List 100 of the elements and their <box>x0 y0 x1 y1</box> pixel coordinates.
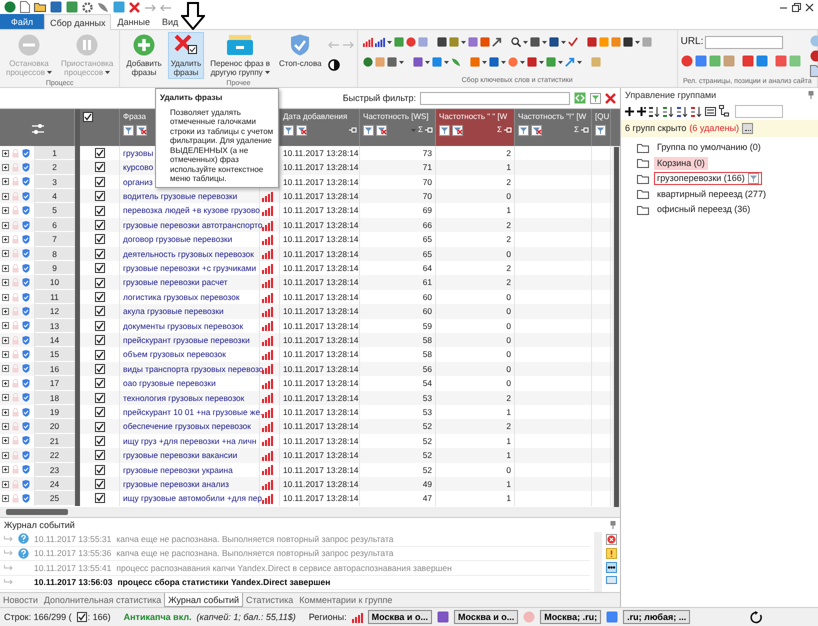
panel-tab[interactable]: Журнал событий <box>164 593 244 607</box>
group-item[interactable]: Группа по умолчанию (0) <box>654 141 764 154</box>
ribbon-tab[interactable]: Вид <box>156 14 184 29</box>
column-title: Частотность " " [W <box>439 112 508 122</box>
table-cell: 49 <box>360 476 436 492</box>
table-row[interactable]: 12 акула грузовые перевозки 10.11.2017 13:28:14 60 0 <box>0 304 612 319</box>
ribbon-button[interactable]: Перенос фраз в другую группу <box>207 32 273 79</box>
row-number: 17 <box>35 376 75 391</box>
table-cell: 10.11.2017 13:28:14 <box>280 189 360 204</box>
row-number: 22 <box>35 448 75 462</box>
panel-tab[interactable]: Статистика <box>243 593 296 607</box>
url-label: URL: <box>680 36 704 48</box>
table-cell: 53 <box>360 390 436 405</box>
table-cell: 0 <box>436 189 515 204</box>
row-number: 10 <box>35 275 75 290</box>
table-cell: 10.11.2017 13:28:14 <box>280 476 360 492</box>
row-number: 15 <box>35 347 75 362</box>
deleted-groups-note: (6 удалены) <box>689 123 740 134</box>
table-cell: 10.11.2017 13:28:14 <box>280 332 360 348</box>
log-time: 10.11.2017 13:55:36 <box>34 548 112 558</box>
table-row[interactable]: 24 грузовые перевозки анализ 10.11.2017 13:28:14 49 1 <box>0 476 612 492</box>
ribbon-button[interactable]: Стоп-слова <box>276 32 325 70</box>
region-button[interactable]: Москва и о... <box>454 610 518 624</box>
table-cell: 10.11.2017 13:28:14 <box>280 218 360 232</box>
row-number: 20 <box>35 419 75 434</box>
row-number: 18 <box>35 390 75 405</box>
table-cell: 66 <box>360 218 436 232</box>
table-row[interactable]: 4 водитель грузовые перевозки 10.11.2017 13:28:14 70 0 <box>0 189 612 204</box>
table-cell: технология грузовых перевозок <box>120 390 260 405</box>
table-row[interactable]: 8 деятельность грузовых перевозок 10.11.2017 13:28:14 65 0 <box>0 246 612 262</box>
ribbon-button[interactable]: Добавить фразы <box>123 32 165 79</box>
row-number: 14 <box>35 332 75 348</box>
column-header[interactable]: [QUI <box>592 109 611 146</box>
row-number: 11 <box>35 290 75 304</box>
column-title: [QUI <box>595 112 610 122</box>
table-cell: 1 <box>436 160 515 175</box>
ribbon-tab[interactable]: Файл <box>0 14 44 29</box>
region-button[interactable]: Москва; .ru; <box>540 610 602 624</box>
group-item[interactable]: квартирный переезд (277) <box>654 188 769 201</box>
row-number: 8 <box>35 246 75 262</box>
table-cell: 0 <box>436 362 515 376</box>
row-number: 7 <box>35 232 75 247</box>
row-number: 2 <box>35 160 75 175</box>
ribbon-tab[interactable]: Данные <box>111 14 156 29</box>
column-title: Частотность [WS] <box>363 112 429 122</box>
column-title: Частотность "!" [W <box>518 112 586 122</box>
table-row[interactable]: 22 грузовые перевозки вакансии 10.11.2017 13:28:14 52 1 <box>0 448 612 462</box>
row-number: 13 <box>35 318 75 333</box>
table-cell: грузовые перевозки автотранспорто <box>120 218 260 232</box>
group-item[interactable]: грузоперевозки (166) <box>654 172 762 186</box>
table-cell: грузовые перевозки вакансии <box>120 448 260 462</box>
ribbon-tab[interactable]: Сбор данных <box>44 14 112 30</box>
panel-tab[interactable]: Дополнительная статистика <box>40 593 164 607</box>
table-row[interactable]: 10 грузовые перевозки расчет 10.11.2017 13:28:14 61 2 <box>0 275 612 290</box>
row-number: 25 <box>35 491 75 506</box>
group-item[interactable]: офисный переезд (36) <box>654 203 754 216</box>
table-row[interactable]: 20 обеспечение грузовых перевозок 10.11.2017 13:28:14 52 2 <box>0 419 612 434</box>
table-cell: 0 <box>436 304 515 319</box>
table-cell: акула грузовые перевозки <box>120 304 260 319</box>
column-header[interactable]: Частотность "!" [W Σ <box>515 109 592 146</box>
table-row[interactable]: 16 виды транспорта грузовых перевозо 10.11.2017 13:28:14 56 0 <box>0 362 612 376</box>
table-cell: 70 <box>360 189 436 204</box>
checked-count: : 166) <box>88 612 111 622</box>
row-number: 12 <box>35 304 75 319</box>
log-message: капча еще не распознана. Выполняется повторный запрос результата <box>116 534 394 544</box>
group-item[interactable]: Корзина (0) <box>654 156 708 170</box>
table-row[interactable]: 14 прейскурант грузовые перевозки 10.11.2017 13:28:14 58 0 <box>0 332 612 348</box>
table-row[interactable]: 6 грузовые перевозки автотранспорто 10.11.2017 13:28:14 66 2 <box>0 218 612 232</box>
region-button[interactable]: Москва и о... <box>368 610 432 624</box>
column-header[interactable]: Дата добавления <box>280 109 360 146</box>
group-label: грузоперевозки (166) <box>657 173 745 184</box>
table-cell: 10.11.2017 13:28:14 <box>280 390 360 405</box>
table-cell: 52 <box>360 419 436 434</box>
table-cell: 10.11.2017 13:28:14 <box>280 246 360 262</box>
region-button[interactable]: .ru; любая; ... <box>623 610 690 624</box>
table-cell: прейскурант грузовые перевозки <box>120 332 260 348</box>
table-cell: 10.11.2017 13:28:14 <box>280 275 360 290</box>
table-cell: 1 <box>436 448 515 462</box>
table-cell: 10.11.2017 13:28:14 <box>280 362 360 376</box>
log-time: 10.11.2017 13:55:31 <box>34 534 112 544</box>
table-cell: 10.11.2017 13:28:14 <box>280 491 360 506</box>
table-cell: 58 <box>360 332 436 348</box>
table-cell: 1 <box>436 476 515 492</box>
ribbon-button[interactable]: Удалить фразы <box>168 32 204 79</box>
table-cell: 10.11.2017 13:28:14 <box>280 304 360 319</box>
captcha-info: (капчей: 1; бал.: 55,11$) <box>196 612 296 622</box>
table-row[interactable]: 18 технология грузовых перевозок 10.11.2017 13:28:14 53 2 <box>0 390 612 405</box>
table-cell: 56 <box>360 362 436 376</box>
panel-tab[interactable]: Комментарии к группе <box>296 593 396 607</box>
row-number: 3 <box>35 174 75 190</box>
panel-tab[interactable]: Новости <box>0 593 41 607</box>
regions-label: Регионы: <box>308 612 347 622</box>
table-cell: 60 <box>360 304 436 319</box>
hidden-groups-note: 6 групп скрыто <box>625 123 686 134</box>
table-cell: 71 <box>360 160 436 175</box>
log-message: капча еще не распознана. Выполняется повторный запрос результата <box>116 548 394 558</box>
table-cell: 65 <box>360 246 436 262</box>
table-cell: водитель грузовые перевозки <box>120 189 260 204</box>
column-header[interactable]: Частотность " " [W Σ <box>436 109 515 146</box>
table-cell: 2 <box>436 419 515 434</box>
